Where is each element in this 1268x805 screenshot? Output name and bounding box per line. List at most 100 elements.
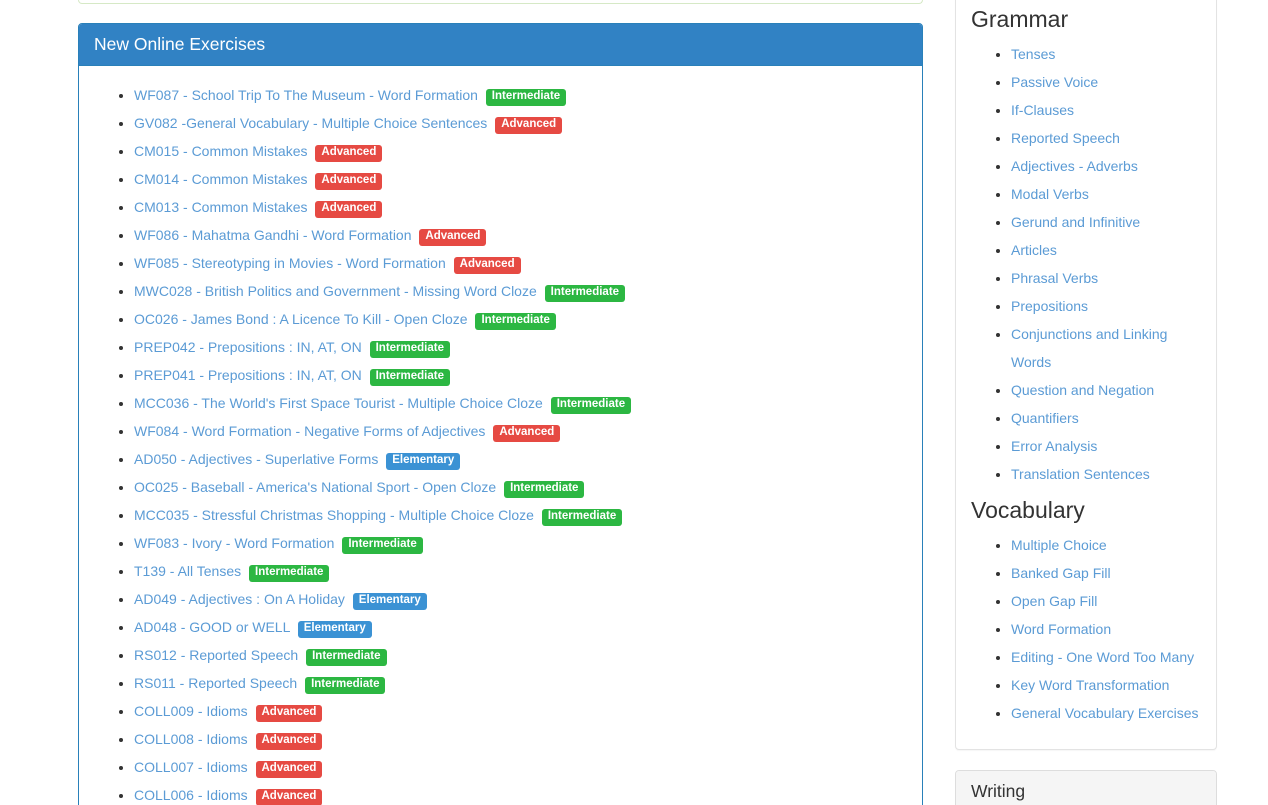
sidebar-item-gerund-and-infinitive[interactable]: Gerund and Infinitive [1011, 214, 1140, 230]
sidebar-item-key-word-transformation[interactable]: Key Word Transformation [1011, 677, 1169, 693]
new-online-exercises-panel: New Online Exercises WF087 - School Trip… [78, 23, 923, 805]
sidebar-item-modal-verbs[interactable]: Modal Verbs [1011, 186, 1089, 202]
exercise-link[interactable]: T139 - All Tenses [134, 563, 241, 579]
sidebar-item-question-and-negation[interactable]: Question and Negation [1011, 382, 1154, 398]
sidebar-section-heading: Vocabulary [971, 496, 1201, 525]
exercise-link[interactable]: WF084 - Word Formation - Negative Forms … [134, 423, 485, 439]
exercise-link[interactable]: WF083 - Ivory - Word Formation [134, 535, 334, 551]
sidebar-item-editing-one-word-too-many[interactable]: Editing - One Word Too Many [1011, 649, 1194, 665]
list-item: WF085 - Stereotyping in Movies - Word Fo… [134, 249, 907, 277]
sidebar-item-open-gap-fill[interactable]: Open Gap Fill [1011, 593, 1097, 609]
list-item: Quantifiers [1011, 404, 1201, 432]
list-item: MCC036 - The World's First Space Tourist… [134, 389, 907, 417]
level-badge: Advanced [419, 229, 486, 246]
list-item: Question and Negation [1011, 376, 1201, 404]
list-item: AD050 - Adjectives - Superlative Forms E… [134, 445, 907, 473]
list-item: OC025 - Baseball - America's National Sp… [134, 473, 907, 501]
exercise-link[interactable]: OC026 - James Bond : A Licence To Kill -… [134, 311, 468, 327]
exercise-link[interactable]: MCC036 - The World's First Space Tourist… [134, 395, 543, 411]
sidebar-item-articles[interactable]: Articles [1011, 242, 1057, 258]
exercise-link[interactable]: COLL006 - Idioms [134, 787, 248, 803]
sidebar-item-general-vocabulary-exercises[interactable]: General Vocabulary Exercises [1011, 705, 1199, 721]
list-item: AD048 - GOOD or WELL Elementary [134, 613, 907, 641]
level-badge: Intermediate [342, 537, 422, 554]
list-item: Multiple Choice [1011, 531, 1201, 559]
exercise-link[interactable]: COLL007 - Idioms [134, 759, 248, 775]
sidebar-item-if-clauses[interactable]: If-Clauses [1011, 102, 1074, 118]
exercise-link[interactable]: WF085 - Stereotyping in Movies - Word Fo… [134, 255, 446, 271]
panel-header: New Online Exercises [79, 24, 922, 66]
exercise-link[interactable]: CM014 - Common Mistakes [134, 171, 308, 187]
list-item: WF084 - Word Formation - Negative Forms … [134, 417, 907, 445]
exercise-list: WF087 - School Trip To The Museum - Word… [94, 81, 907, 805]
exercise-link[interactable]: AD050 - Adjectives - Superlative Forms [134, 451, 378, 467]
list-item: T139 - All Tenses Intermediate [134, 557, 907, 585]
level-badge: Intermediate [551, 397, 631, 414]
exercise-link[interactable]: WF087 - School Trip To The Museum - Word… [134, 87, 478, 103]
sidebar-section-list: Multiple Choice Banked Gap Fill Open Gap F… [971, 531, 1201, 727]
level-badge: Intermediate [370, 369, 450, 386]
writing-panel-title: Writing [971, 781, 1201, 802]
level-badge: Intermediate [545, 285, 625, 302]
exercise-link[interactable]: MCC035 - Stressful Christmas Shopping - … [134, 507, 534, 523]
exercise-link[interactable]: PREP042 - Prepositions : IN, AT, ON [134, 339, 362, 355]
list-item: RS012 - Reported Speech Intermediate [134, 641, 907, 669]
list-item: COLL008 - Idioms Advanced [134, 725, 907, 753]
exercise-link[interactable]: CM013 - Common Mistakes [134, 199, 308, 215]
panel-body: WF087 - School Trip To The Museum - Word… [79, 66, 922, 805]
sidebar-item-conjunctions-and-linking-words[interactable]: Conjunctions and Linking Words [1011, 326, 1167, 370]
sidebar-item-error-analysis[interactable]: Error Analysis [1011, 438, 1097, 454]
list-item: Passive Voice [1011, 68, 1201, 96]
sidebar-item-word-formation[interactable]: Word Formation [1011, 621, 1111, 637]
list-item: GV082 -General Vocabulary - Multiple Cho… [134, 109, 907, 137]
list-item: WF083 - Ivory - Word Formation Intermedi… [134, 529, 907, 557]
list-item: MWC028 - British Politics and Government… [134, 277, 907, 305]
exercise-link[interactable]: AD049 - Adjectives : On A Holiday [134, 591, 345, 607]
sidebar-item-passive-voice[interactable]: Passive Voice [1011, 74, 1098, 90]
level-badge: Advanced [454, 257, 521, 274]
exercise-link[interactable]: RS011 - Reported Speech [134, 675, 297, 691]
list-item: MCC035 - Stressful Christmas Shopping - … [134, 501, 907, 529]
list-item: COLL007 - Idioms Advanced [134, 753, 907, 781]
level-badge: Advanced [256, 733, 323, 750]
exercise-link[interactable]: CM015 - Common Mistakes [134, 143, 308, 159]
list-item: Tenses [1011, 40, 1201, 68]
sidebar-section-list: Tenses Passive Voice If-Clauses Reported Sp… [971, 40, 1201, 488]
exercise-link[interactable]: COLL009 - Idioms [134, 703, 248, 719]
sidebar-item-multiple-choice[interactable]: Multiple Choice [1011, 537, 1107, 553]
sidebar-item-phrasal-verbs[interactable]: Phrasal Verbs [1011, 270, 1098, 286]
exercise-link[interactable]: WF086 - Mahatma Gandhi - Word Formation [134, 227, 412, 243]
page-title: New Online Exercises [94, 34, 907, 55]
sidebar-item-quantifiers[interactable]: Quantifiers [1011, 410, 1079, 426]
list-item: Editing - One Word Too Many [1011, 643, 1201, 671]
sidebar: GrammarTensesPassive VoiceIf-ClausesRepo… [955, 0, 1217, 805]
exercise-link[interactable]: OC025 - Baseball - America's National Sp… [134, 479, 496, 495]
level-badge: Advanced [315, 145, 382, 162]
list-item: If-Clauses [1011, 96, 1201, 124]
list-item: Conjunctions and Linking Words [1011, 320, 1201, 376]
sidebar-item-reported-speech[interactable]: Reported Speech [1011, 130, 1120, 146]
level-badge: Elementary [353, 593, 427, 610]
exercise-link[interactable]: AD048 - GOOD or WELL [134, 619, 290, 635]
level-badge: Advanced [256, 789, 323, 805]
exercise-link[interactable]: COLL008 - Idioms [134, 731, 248, 747]
sidebar-item-translation-sentences[interactable]: Translation Sentences [1011, 466, 1150, 482]
sidebar-item-adjectives-adverbs[interactable]: Adjectives - Adverbs [1011, 158, 1138, 174]
previous-panel-tail [78, 0, 923, 4]
exercise-link[interactable]: RS012 - Reported Speech [134, 647, 298, 663]
level-badge: Intermediate [542, 509, 622, 526]
sidebar-item-banked-gap-fill[interactable]: Banked Gap Fill [1011, 565, 1111, 581]
page-root: New Online Exercises WF087 - School Trip… [0, 0, 1268, 805]
exercise-link[interactable]: MWC028 - British Politics and Government… [134, 283, 537, 299]
sidebar-item-prepositions[interactable]: Prepositions [1011, 298, 1088, 314]
level-badge: Advanced [256, 705, 323, 722]
list-item: Phrasal Verbs [1011, 264, 1201, 292]
writing-panel: Writing [955, 770, 1217, 805]
sidebar-item-tenses[interactable]: Tenses [1011, 46, 1055, 62]
exercise-link[interactable]: PREP041 - Prepositions : IN, AT, ON [134, 367, 362, 383]
categories-panel: GrammarTensesPassive VoiceIf-ClausesRepo… [955, 0, 1217, 750]
exercise-link[interactable]: GV082 -General Vocabulary - Multiple Cho… [134, 115, 487, 131]
list-item: CM015 - Common Mistakes Advanced [134, 137, 907, 165]
list-item: Error Analysis [1011, 432, 1201, 460]
list-item: Key Word Transformation [1011, 671, 1201, 699]
